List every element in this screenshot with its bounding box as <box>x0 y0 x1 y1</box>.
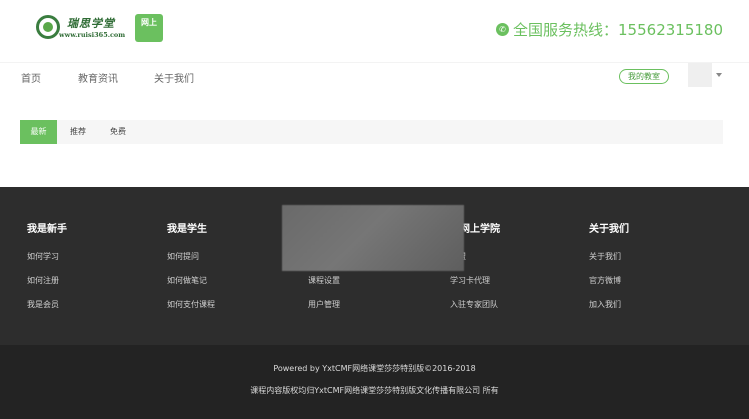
footer-link[interactable]: 用户管理 <box>308 299 340 310</box>
footer-column-about: 关于我们 关于我们 官方微博 加入我们 <box>589 220 629 309</box>
tab-latest[interactable]: 最新 <box>20 120 57 144</box>
footer-link[interactable]: 如何做笔记 <box>167 275 207 286</box>
footer-link[interactable]: 学习卡代理 <box>450 275 490 286</box>
footer-column-title: 我是学生 <box>167 224 207 235</box>
footer-link[interactable]: 我是会员 <box>27 299 59 310</box>
footer-link[interactable]: 入驻专家团队 <box>450 299 498 310</box>
nav-item-education-news[interactable]: 教育资讯 <box>78 70 118 85</box>
avatar[interactable] <box>688 63 712 87</box>
hotline-label: 全国服务热线： <box>513 21 619 39</box>
logo-title: 瑞思学堂 <box>67 17 115 30</box>
nav-item-home[interactable]: 首页 <box>21 70 41 85</box>
copyright-bar: Powered by YxtCMF网络课堂莎莎特别版©2016-2018 课程内… <box>0 345 749 419</box>
phone-icon: ✆ <box>496 23 509 36</box>
hotline-number: 15562315180 <box>618 20 723 39</box>
service-hotline: ✆ 全国服务热线： 15562315180 <box>496 19 723 40</box>
site-logo[interactable]: 瑞思学堂 www.ruisi365.com 网上 <box>22 13 163 43</box>
footer-link[interactable]: 关于我们 <box>589 251 621 262</box>
footer-link[interactable]: 官方微博 <box>589 275 621 286</box>
redacted-overlay <box>282 205 464 271</box>
chevron-down-icon[interactable] <box>716 73 722 77</box>
footer-link[interactable]: 如何支付课程 <box>167 299 215 310</box>
site-header: 瑞思学堂 www.ruisi365.com 网上 ✆ 全国服务热线： 15562… <box>0 0 749 62</box>
tab-recommended[interactable]: 推荐 <box>60 120 96 144</box>
footer-column-title: 我是新手 <box>27 224 67 235</box>
footer-link[interactable]: 加入我们 <box>589 299 621 310</box>
footer-link[interactable]: 如何学习 <box>27 251 59 262</box>
footer-column-newbie: 我是新手 如何学习 如何注册 我是会员 <box>27 220 67 309</box>
logo-url: www.ruisi365.com <box>59 31 126 39</box>
powered-by-text: Powered by YxtCMF网络课堂莎莎特别版©2016-2018 <box>273 364 476 373</box>
filter-tabs: 最新 推荐 免费 <box>20 120 723 144</box>
nav-item-about-us[interactable]: 关于我们 <box>154 70 194 85</box>
footer-link[interactable]: 如何提问 <box>167 251 199 262</box>
footer-link[interactable]: 课程设置 <box>308 275 340 286</box>
copyright-text: 课程内容版权均归YxtCMF网络课堂莎莎特别版文化传播有限公司 所有 <box>250 386 499 395</box>
footer-column-title: 关于我们 <box>589 224 629 235</box>
logo-icon <box>36 15 60 39</box>
my-classroom-button[interactable]: 我的教室 <box>619 69 669 84</box>
logo-badge: 网上 <box>135 14 163 42</box>
footer-link[interactable]: 如何注册 <box>27 275 59 286</box>
footer-column-student: 我是学生 如何提问 如何做笔记 如何支付课程 <box>167 220 215 309</box>
tab-free[interactable]: 免费 <box>100 120 136 144</box>
main-nav: 首页 教育资讯 关于我们 我的教室 <box>0 62 749 90</box>
